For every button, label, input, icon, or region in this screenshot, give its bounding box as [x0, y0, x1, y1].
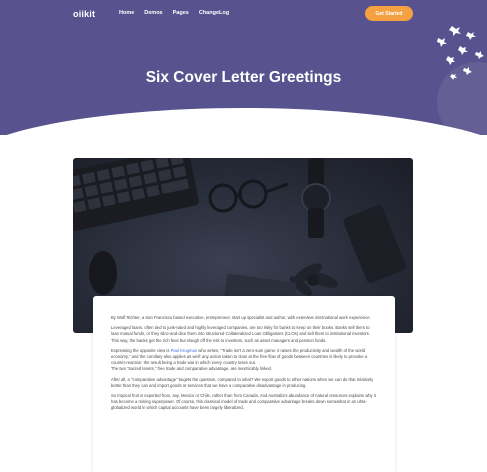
article-text: Expressing the opposite view is [111, 347, 171, 353]
nav-item-changelog[interactable]: ChangeLog [199, 10, 229, 16]
get-started-button[interactable]: Get Started [365, 6, 413, 21]
article-text: The two "sacred tenets," free trade and … [111, 366, 273, 372]
nav-item-demos[interactable]: Demos [144, 10, 162, 16]
hero-banner: oiikit Home Demos Pages ChangeLog Get St… [0, 0, 487, 135]
article-paragraph: Leveraged loans, often tied to junk-rate… [111, 325, 371, 343]
article-paragraph: Expressing the opposite view is Paul Kru… [111, 348, 377, 373]
site-logo[interactable]: oiikit [73, 9, 95, 19]
hero-curve-divider [0, 108, 487, 135]
article-paragraph: After all, a "comparative advantage" beg… [111, 376, 374, 388]
article-card: By Wolf Richter, a San Francisco based e… [93, 296, 395, 472]
main-nav: Home Demos Pages ChangeLog [119, 10, 229, 16]
article-paragraph: So tropical fruit is exported from, say,… [111, 393, 376, 411]
author-link[interactable]: Paul Krugman [171, 348, 198, 353]
article-paragraph: By Wolf Richter, a San Francisco based e… [111, 315, 371, 320]
nav-item-home[interactable]: Home [119, 10, 134, 16]
page-title: Six Cover Letter Greetings [145, 69, 342, 86]
nav-item-pages[interactable]: Pages [173, 10, 189, 16]
